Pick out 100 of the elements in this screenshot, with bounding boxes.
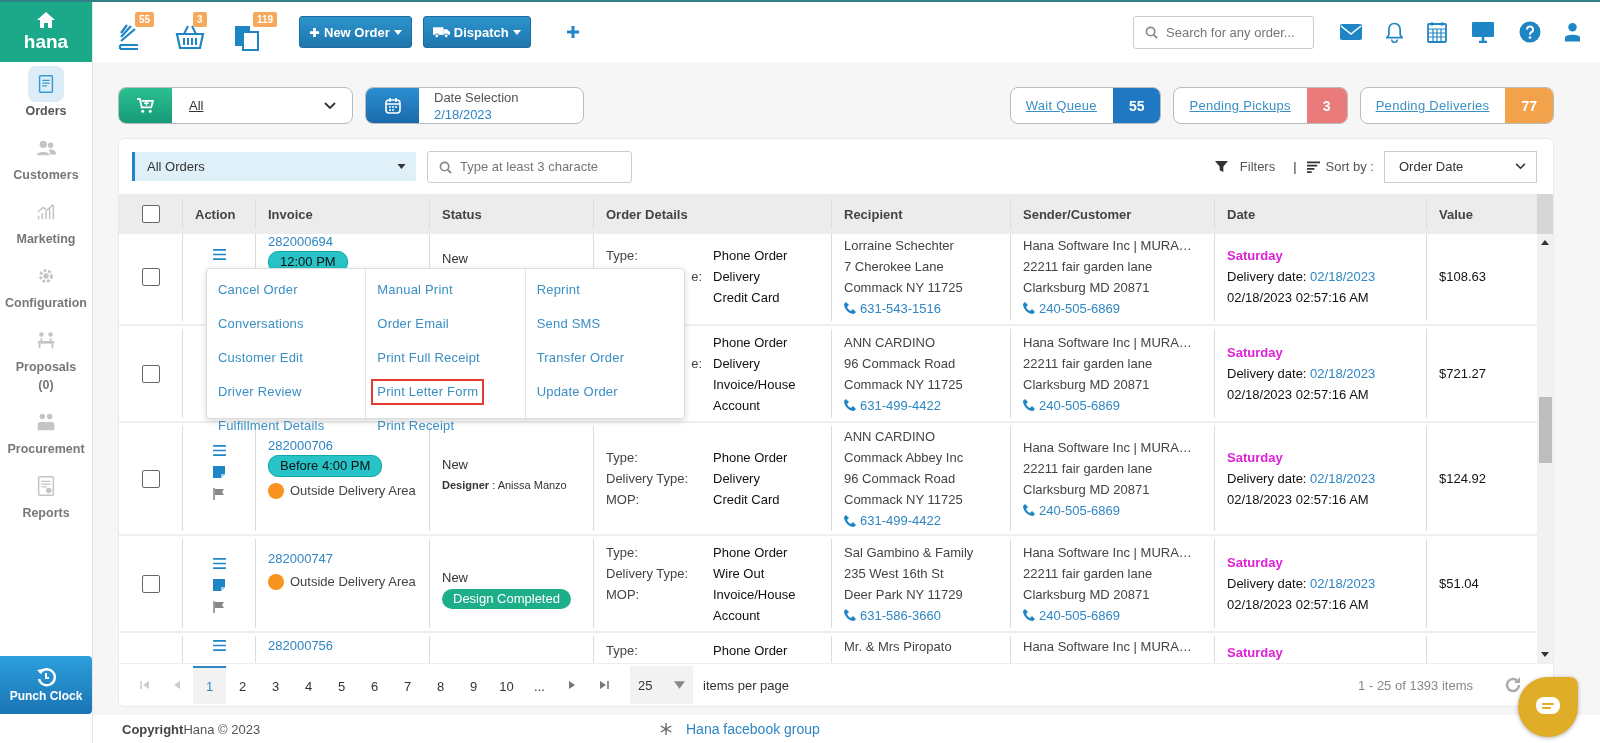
invoice-link[interactable]: 282000747: [268, 549, 334, 568]
page-button[interactable]: 6: [358, 666, 391, 704]
menu-item[interactable]: Print Receipt: [371, 413, 461, 439]
checkbox[interactable]: [141, 205, 160, 223]
page-button[interactable]: 2: [226, 666, 259, 704]
view-select[interactable]: All Orders: [132, 152, 416, 181]
invoice-link[interactable]: 282000694: [268, 234, 334, 251]
help-icon[interactable]: [1519, 21, 1541, 43]
menu-item[interactable]: Reprint: [530, 277, 586, 303]
flag-icon[interactable]: [213, 488, 225, 500]
page-size-select[interactable]: 25: [630, 666, 693, 704]
menu-item[interactable]: Transfer Order: [530, 345, 631, 371]
menu-item[interactable]: Print Letter Form: [371, 379, 485, 405]
checkbox[interactable]: [141, 574, 160, 593]
last-page-icon[interactable]: [599, 680, 609, 690]
sidebar-item[interactable]: Proposals (0): [0, 318, 92, 400]
menu-item[interactable]: Update Order: [530, 379, 624, 405]
phone-link[interactable]: 631-499-4422: [860, 510, 941, 531]
column-header[interactable]: Status: [442, 206, 482, 222]
queue-button[interactable]: Wait Queue 55: [1009, 87, 1162, 124]
menu-item[interactable]: Customer Edit: [212, 345, 309, 371]
sidebar-item[interactable]: Reports: [0, 464, 92, 528]
menu-icon[interactable]: [212, 558, 226, 569]
delivery-date-link[interactable]: 02/18/2023: [1310, 576, 1376, 591]
column-header[interactable]: Recipient: [844, 206, 903, 222]
dropdown-button[interactable]: New Order: [299, 16, 412, 48]
dropdown-button[interactable]: Dispatch: [422, 16, 531, 48]
refresh-icon[interactable]: [1503, 675, 1523, 695]
user-icon[interactable]: [1565, 22, 1580, 42]
delivery-date-link[interactable]: 02/18/2023: [1310, 471, 1376, 486]
menu-item[interactable]: Send SMS: [530, 311, 607, 337]
date-picker[interactable]: Date Selection 2/18/2023: [365, 87, 584, 124]
order-type-select[interactable]: All: [118, 87, 353, 124]
next-page-icon[interactable]: [567, 680, 577, 690]
sidebar-item[interactable]: Procurement: [0, 400, 92, 464]
column-header[interactable]: Order Details: [606, 206, 688, 222]
page-button[interactable]: 4: [292, 666, 325, 704]
column-header[interactable]: Invoice: [268, 206, 313, 222]
scroll-up-icon[interactable]: [1541, 240, 1549, 245]
punch-clock-button[interactable]: Punch Clock: [0, 656, 92, 714]
checkbox[interactable]: [141, 267, 160, 286]
calendar-icon[interactable]: [1427, 21, 1447, 43]
scroll-thumb[interactable]: [1538, 397, 1552, 463]
queue-link[interactable]: Pending Deliveries: [1360, 98, 1506, 113]
page-button[interactable]: 5: [325, 666, 358, 704]
note-icon[interactable]: [213, 579, 225, 591]
sort-select[interactable]: Order Date: [1384, 150, 1537, 183]
menu-item[interactable]: Print Full Receipt: [371, 345, 486, 371]
filters-button[interactable]: Filters: [1214, 159, 1276, 174]
page-button[interactable]: 7: [391, 666, 424, 704]
menu-item[interactable]: Conversations: [212, 311, 310, 337]
add-icon[interactable]: [565, 25, 580, 39]
page-button[interactable]: 3: [259, 666, 292, 704]
search-field[interactable]: Type at least 3 characte: [427, 150, 632, 183]
phone-link[interactable]: 240-505-6869: [1039, 394, 1120, 416]
delivery-date-link[interactable]: 02/18/2023: [1310, 269, 1376, 284]
scroll-down-icon[interactable]: [1541, 652, 1549, 657]
menu-icon[interactable]: [212, 640, 226, 651]
column-header[interactable]: Sender/Customer: [1023, 206, 1132, 222]
menu-icon[interactable]: [212, 445, 226, 456]
page-button[interactable]: 10: [490, 666, 523, 704]
menu-item[interactable]: Fulfillment Details: [212, 413, 331, 439]
page-button[interactable]: 8: [424, 666, 457, 704]
invoice-link[interactable]: 282000706: [268, 436, 334, 455]
queue-link[interactable]: Wait Queue: [1010, 98, 1113, 113]
phone-link[interactable]: 631-543-1516: [860, 297, 941, 319]
invoice-link[interactable]: 282000756: [268, 636, 334, 655]
column-header[interactable]: Action: [195, 206, 236, 222]
queue-button[interactable]: Pending Deliveries 77: [1359, 87, 1554, 124]
phone-link[interactable]: 631-499-4422: [860, 394, 941, 416]
checkbox[interactable]: [141, 364, 160, 383]
menu-item[interactable]: Order Email: [371, 311, 455, 337]
menu-item[interactable]: Cancel Order: [212, 277, 304, 303]
queue-link[interactable]: Pending Pickups: [1174, 98, 1307, 113]
column-header[interactable]: Date: [1227, 206, 1256, 222]
phone-link[interactable]: 240-505-6869: [1039, 604, 1120, 626]
phone-link[interactable]: 240-505-6869: [1039, 297, 1120, 319]
checkbox[interactable]: [141, 469, 160, 488]
bell-icon[interactable]: [1386, 21, 1403, 43]
queue-button[interactable]: Pending Pickups 3: [1173, 87, 1348, 124]
monitor-icon[interactable]: [1471, 21, 1495, 43]
search-field[interactable]: Search for any order...: [1133, 15, 1314, 49]
flag-icon[interactable]: [213, 601, 225, 613]
sidebar-item[interactable]: Customers: [0, 126, 92, 190]
menu-icon[interactable]: [212, 249, 226, 260]
page-button[interactable]: ...: [523, 666, 556, 704]
mail-icon[interactable]: [1340, 24, 1362, 40]
column-header[interactable]: Value: [1439, 206, 1473, 222]
brand-logo[interactable]: hana: [0, 2, 92, 62]
menu-item[interactable]: Driver Review: [212, 379, 308, 405]
note-icon[interactable]: [213, 466, 225, 478]
menu-item[interactable]: Manual Print: [371, 277, 459, 303]
delivery-date-link[interactable]: 02/18/2023: [1310, 366, 1376, 381]
page-button[interactable]: 9: [457, 666, 490, 704]
sidebar-item[interactable]: Configuration: [0, 254, 92, 318]
phone-link[interactable]: 631-586-3660: [860, 604, 941, 626]
sidebar-item[interactable]: Marketing: [0, 190, 92, 254]
sidebar-item[interactable]: Orders: [0, 62, 92, 126]
page-button[interactable]: 1: [193, 666, 226, 704]
scrollbar[interactable]: [1537, 234, 1553, 663]
